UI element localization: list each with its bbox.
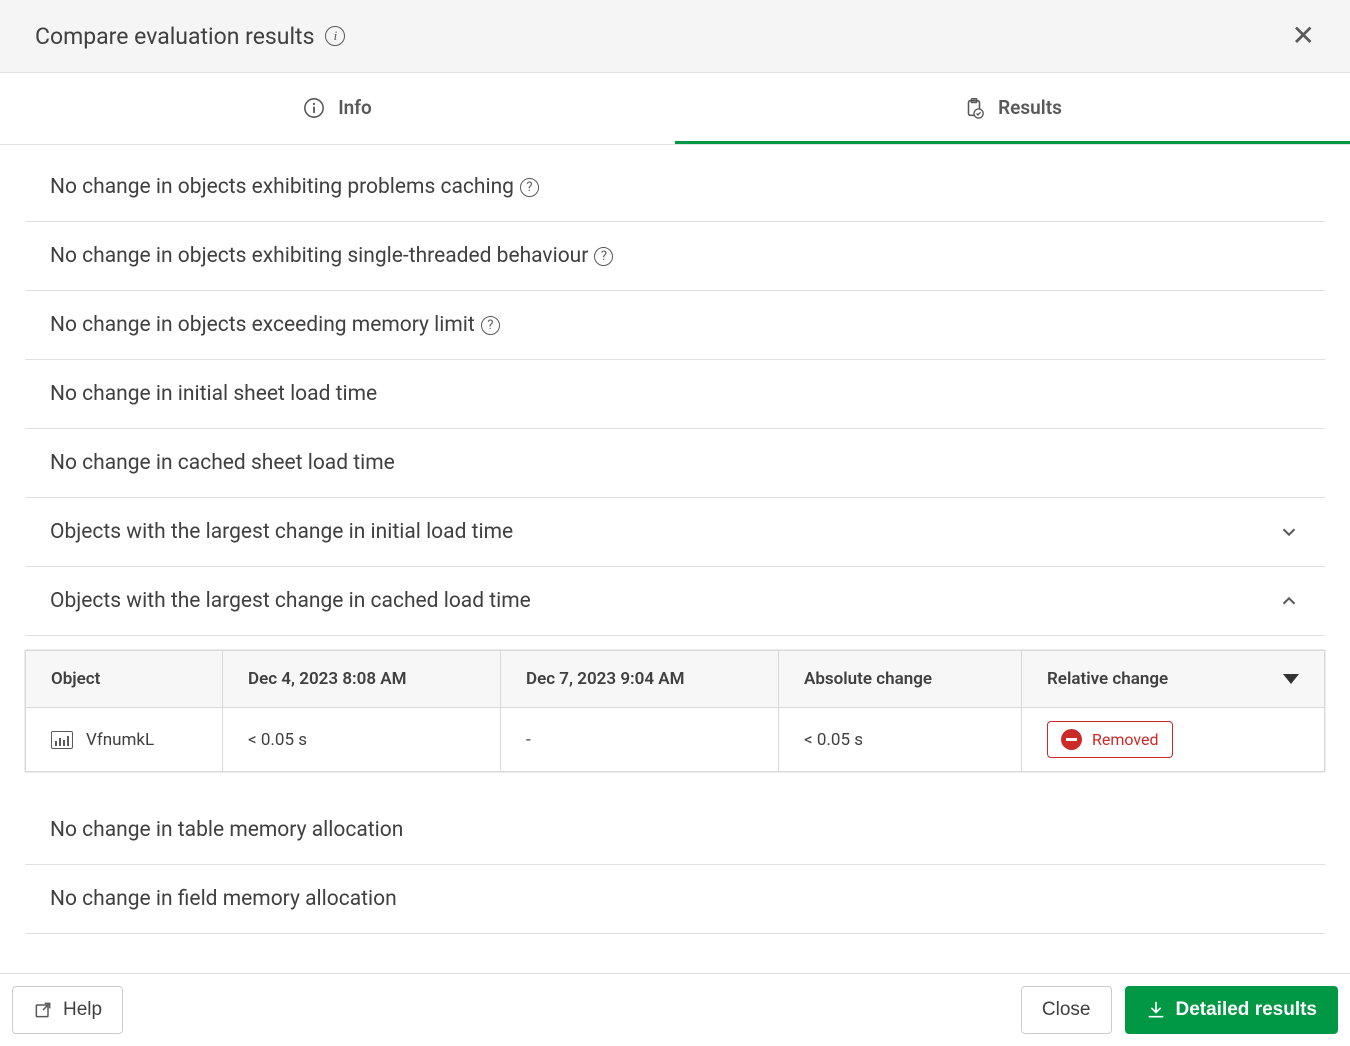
help-button-label: Help <box>63 999 102 1021</box>
help-icon[interactable]: ? <box>594 247 613 266</box>
section-largest-cached-label: Objects with the largest change in cache… <box>50 589 531 613</box>
help-icon[interactable]: ? <box>481 316 500 335</box>
section-initial-sheet-label: No change in initial sheet load time <box>50 382 377 406</box>
section-initial-sheet[interactable]: No change in initial sheet load time <box>25 360 1325 429</box>
section-memory-limit-label: No change in objects exceeding memory li… <box>50 313 475 337</box>
removed-label: Removed <box>1092 730 1159 749</box>
section-single-threaded-label: No change in objects exhibiting single-t… <box>50 244 588 268</box>
cached-load-time-table: Object Dec 4, 2023 8:08 AM Dec 7, 2023 9… <box>25 650 1325 772</box>
section-table-memory[interactable]: No change in table memory allocation <box>25 796 1325 865</box>
dialog-title-wrap: Compare evaluation results i <box>35 23 345 50</box>
section-cached-sheet[interactable]: No change in cached sheet load time <box>25 429 1325 498</box>
chevron-up-icon <box>1278 590 1300 612</box>
th-relative-change[interactable]: Relative change <box>1022 651 1325 708</box>
th-relative-change-label: Relative change <box>1047 669 1168 689</box>
close-icon[interactable]: ✕ <box>1292 22 1315 50</box>
section-single-threaded[interactable]: No change in objects exhibiting single-t… <box>25 222 1325 291</box>
cell-v2: - <box>501 708 779 772</box>
download-icon <box>1146 1000 1166 1020</box>
tab-results[interactable]: Results <box>675 73 1350 144</box>
dialog-title: Compare evaluation results <box>35 23 314 50</box>
section-caching[interactable]: No change in objects exhibiting problems… <box>25 145 1325 222</box>
detailed-results-label: Detailed results <box>1176 999 1318 1021</box>
tabs: Info Results <box>0 73 1350 145</box>
cell-abs: < 0.05 s <box>779 708 1022 772</box>
section-field-memory-label: No change in field memory allocation <box>50 887 397 911</box>
tab-results-label: Results <box>998 96 1062 119</box>
th-object[interactable]: Object <box>26 651 223 708</box>
removed-icon <box>1061 729 1082 750</box>
section-field-memory[interactable]: No change in field memory allocation <box>25 865 1325 934</box>
dialog-footer: Help Close Detailed results <box>0 973 1350 1046</box>
cell-v1: < 0.05 s <box>223 708 501 772</box>
section-largest-cached[interactable]: Objects with the largest change in cache… <box>25 567 1325 636</box>
results-panel: No change in objects exhibiting problems… <box>0 145 1350 973</box>
detailed-results-button[interactable]: Detailed results <box>1125 986 1339 1034</box>
barchart-icon <box>51 731 73 749</box>
object-name: VfnumkL <box>86 730 154 750</box>
cached-load-time-table-wrap: Object Dec 4, 2023 8:08 AM Dec 7, 2023 9… <box>25 636 1325 772</box>
removed-badge: Removed <box>1047 721 1173 758</box>
section-caching-label: No change in objects exhibiting problems… <box>50 175 514 199</box>
table-row[interactable]: VfnumkL < 0.05 s - < 0.05 s Removed <box>26 708 1325 772</box>
clipboard-check-icon <box>963 97 985 119</box>
section-largest-initial[interactable]: Objects with the largest change in initi… <box>25 498 1325 567</box>
tab-info-label: Info <box>338 96 372 119</box>
info-icon <box>303 97 325 119</box>
th-date2[interactable]: Dec 7, 2023 9:04 AM <box>501 651 779 708</box>
close-button-label: Close <box>1042 999 1091 1021</box>
table-header-row: Object Dec 4, 2023 8:08 AM Dec 7, 2023 9… <box>26 651 1325 708</box>
section-table-memory-label: No change in table memory allocation <box>50 818 403 842</box>
close-button[interactable]: Close <box>1021 986 1112 1034</box>
th-absolute-change[interactable]: Absolute change <box>779 651 1022 708</box>
dialog-header: Compare evaluation results i ✕ <box>0 0 1350 73</box>
section-cached-sheet-label: No change in cached sheet load time <box>50 451 395 475</box>
help-button[interactable]: Help <box>12 986 123 1034</box>
external-link-icon <box>33 1000 53 1020</box>
info-icon[interactable]: i <box>325 26 345 46</box>
section-memory-limit[interactable]: No change in objects exceeding memory li… <box>25 291 1325 360</box>
th-date1[interactable]: Dec 4, 2023 8:08 AM <box>223 651 501 708</box>
section-largest-initial-label: Objects with the largest change in initi… <box>50 520 513 544</box>
sort-desc-icon <box>1283 674 1299 684</box>
tab-info[interactable]: Info <box>0 73 675 144</box>
chevron-down-icon <box>1278 521 1300 543</box>
help-icon[interactable]: ? <box>520 178 539 197</box>
